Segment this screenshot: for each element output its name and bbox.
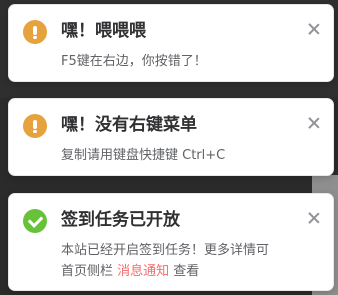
- notification-right-click-warning: 嘿！没有右键菜单 复制请用键盘快捷键 Ctrl+C: [8, 98, 334, 176]
- message-text: 查看: [169, 264, 200, 279]
- notification-message: 复制请用键盘快捷键 Ctrl+C: [61, 148, 226, 163]
- notification-sign-in-task: 签到任务已开放 本站已经开启签到任务！更多详情可 首页侧栏 消息通知 查看: [8, 193, 334, 291]
- notification-title: 嘿！没有右键菜单: [61, 115, 197, 135]
- notification-message: 本站已经开启签到任务！更多详情可 首页侧栏 消息通知 查看: [61, 240, 317, 282]
- check-circle-icon: [23, 209, 47, 233]
- close-icon[interactable]: [307, 211, 321, 225]
- warning-icon: [23, 114, 47, 138]
- notification-message: F5键在右边，你按错了！: [61, 54, 207, 69]
- warning-icon: [23, 20, 47, 44]
- notification-title: 签到任务已开放: [61, 210, 180, 230]
- notification-title: 嘿！喂喂喂: [61, 21, 146, 41]
- message-line-1: 本站已经开启签到任务！更多详情可: [61, 243, 270, 258]
- message-line-2: 首页侧栏 消息通知 查看: [61, 261, 317, 282]
- message-text: 首页侧栏: [61, 264, 118, 279]
- notification-f5-warning: 嘿！喂喂喂 F5键在右边，你按错了！: [8, 4, 334, 82]
- close-icon[interactable]: [307, 22, 321, 36]
- close-icon[interactable]: [307, 116, 321, 130]
- message-notice-link[interactable]: 消息通知: [117, 264, 169, 279]
